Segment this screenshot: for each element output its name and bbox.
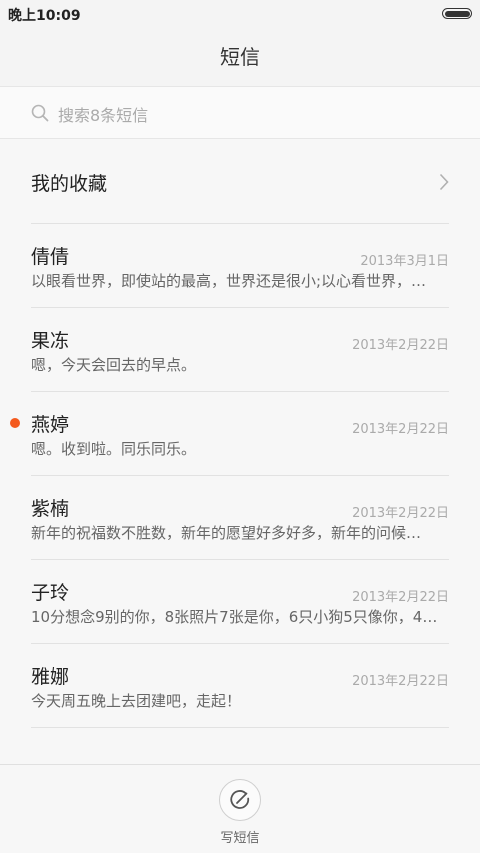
compose-icon [230, 790, 250, 809]
message-item[interactable]: 燕婷 2013年2月22日 嗯。收到啦。同乐同乐。 [0, 392, 480, 476]
compose-circle[interactable] [219, 779, 261, 821]
message-item[interactable]: 果冻 2013年2月22日 嗯，今天会回去的早点。 [0, 308, 480, 392]
status-time: 晚上10:09 [8, 8, 81, 24]
message-date: 2013年3月1日 [360, 254, 449, 269]
message-date: 2013年2月22日 [352, 674, 449, 689]
message-preview: 嗯，今天会回去的早点。 [31, 356, 197, 374]
compose-button[interactable]: 写短信 [210, 779, 270, 849]
message-preview: 10分想念9别的你，8张照片7张是你，6只小狗5只像你，4… [31, 608, 438, 626]
battery-level [444, 10, 470, 17]
contact-name: 紫楠 [31, 498, 70, 520]
message-preview: 今天周五晚上去团建吧，走起！ [31, 692, 242, 710]
unread-indicator-icon [10, 418, 20, 428]
message-date: 2013年2月22日 [352, 506, 449, 521]
message-item[interactable]: 倩倩 2013年3月1日 以眼看世界，即使站的最高，世界还是很小;以心看世界，… [0, 224, 480, 308]
page-title: 短信 [220, 45, 260, 69]
message-item[interactable]: 雅娜 2013年2月22日 今天周五晚上去团建吧，走起！ [0, 644, 480, 728]
sms-app-screen: 晚上10:09 短信 搜索8条短信 我的收藏 倩倩 2013年3月1日 以眼看世… [0, 0, 480, 853]
message-list: 倩倩 2013年3月1日 以眼看世界，即使站的最高，世界还是很小;以心看世界，…… [0, 224, 480, 728]
contact-name: 倩倩 [31, 246, 70, 268]
message-date: 2013年2月22日 [352, 590, 449, 605]
divider [31, 727, 449, 728]
message-date: 2013年2月22日 [352, 422, 449, 437]
battery-icon [442, 8, 472, 19]
status-bar: 晚上10:09 [0, 0, 480, 28]
search-input[interactable]: 搜索8条短信 [58, 102, 148, 126]
contact-name: 燕婷 [31, 414, 70, 436]
title-bar: 短信 [0, 28, 480, 86]
search-bar[interactable]: 搜索8条短信 [0, 86, 480, 139]
contact-name: 子玲 [31, 582, 70, 604]
search-icon [31, 104, 49, 122]
message-preview: 嗯。收到啦。同乐同乐。 [31, 440, 197, 458]
favorites-label: 我的收藏 [31, 173, 108, 195]
message-item[interactable]: 紫楠 2013年2月22日 新年的祝福数不胜数，新年的愿望好多好多，新年的问候… [0, 476, 480, 560]
compose-label: 写短信 [220, 831, 260, 846]
contact-name: 果冻 [31, 330, 70, 352]
contact-name: 雅娜 [31, 666, 70, 688]
message-preview: 新年的祝福数不胜数，新年的愿望好多好多，新年的问候… [31, 524, 422, 542]
message-preview: 以眼看世界，即使站的最高，世界还是很小;以心看世界，… [31, 272, 427, 290]
chevron-right-icon [439, 173, 449, 191]
message-item[interactable]: 子玲 2013年2月22日 10分想念9别的你，8张照片7张是你，6只小狗5只像… [0, 560, 480, 644]
message-date: 2013年2月22日 [352, 338, 449, 353]
favorites-row[interactable]: 我的收藏 [0, 140, 480, 224]
bottom-toolbar: 写短信 [0, 764, 480, 853]
